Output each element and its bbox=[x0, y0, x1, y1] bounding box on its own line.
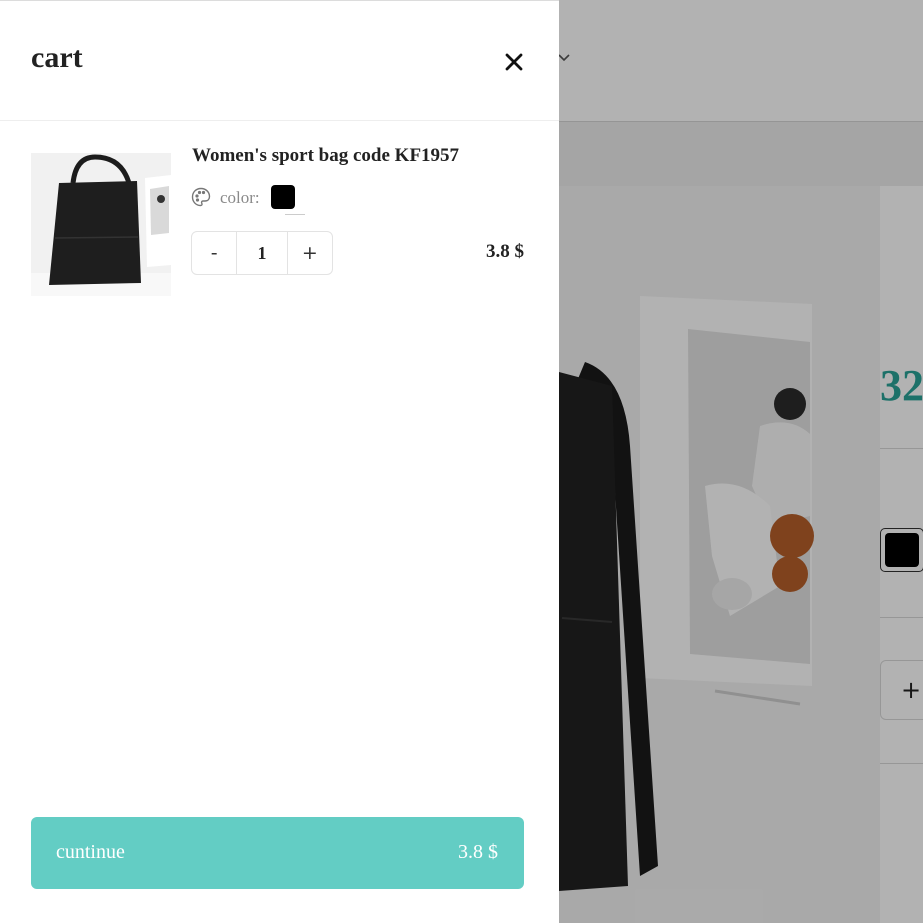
quantity-value[interactable]: 1 bbox=[236, 232, 288, 274]
cart-total: 3.8 $ bbox=[458, 841, 498, 863]
cart-header: cart bbox=[0, 1, 559, 121]
decrease-quantity-button[interactable]: - bbox=[192, 232, 236, 274]
selected-color-swatch bbox=[271, 185, 295, 209]
quantity-stepper: - 1 + bbox=[191, 231, 333, 275]
cart-drawer: cart Women's sport bag code KF1957 color… bbox=[0, 0, 559, 923]
cart-title: cart bbox=[31, 41, 83, 74]
product-name[interactable]: Women's sport bag code KF1957 bbox=[192, 145, 459, 167]
item-price: 3.8 $ bbox=[486, 241, 524, 262]
close-icon[interactable] bbox=[500, 48, 528, 76]
continue-button[interactable]: cuntinue 3.8 $ bbox=[31, 817, 524, 889]
cart-item: Women's sport bag code KF1957 color: - 1… bbox=[31, 141, 524, 301]
increase-quantity-button[interactable]: + bbox=[288, 232, 332, 274]
swatch-underline bbox=[285, 214, 305, 215]
palette-icon bbox=[191, 187, 211, 207]
product-thumbnail[interactable] bbox=[31, 153, 171, 296]
continue-label: cuntinue bbox=[56, 841, 125, 863]
color-label: color: bbox=[220, 188, 260, 207]
